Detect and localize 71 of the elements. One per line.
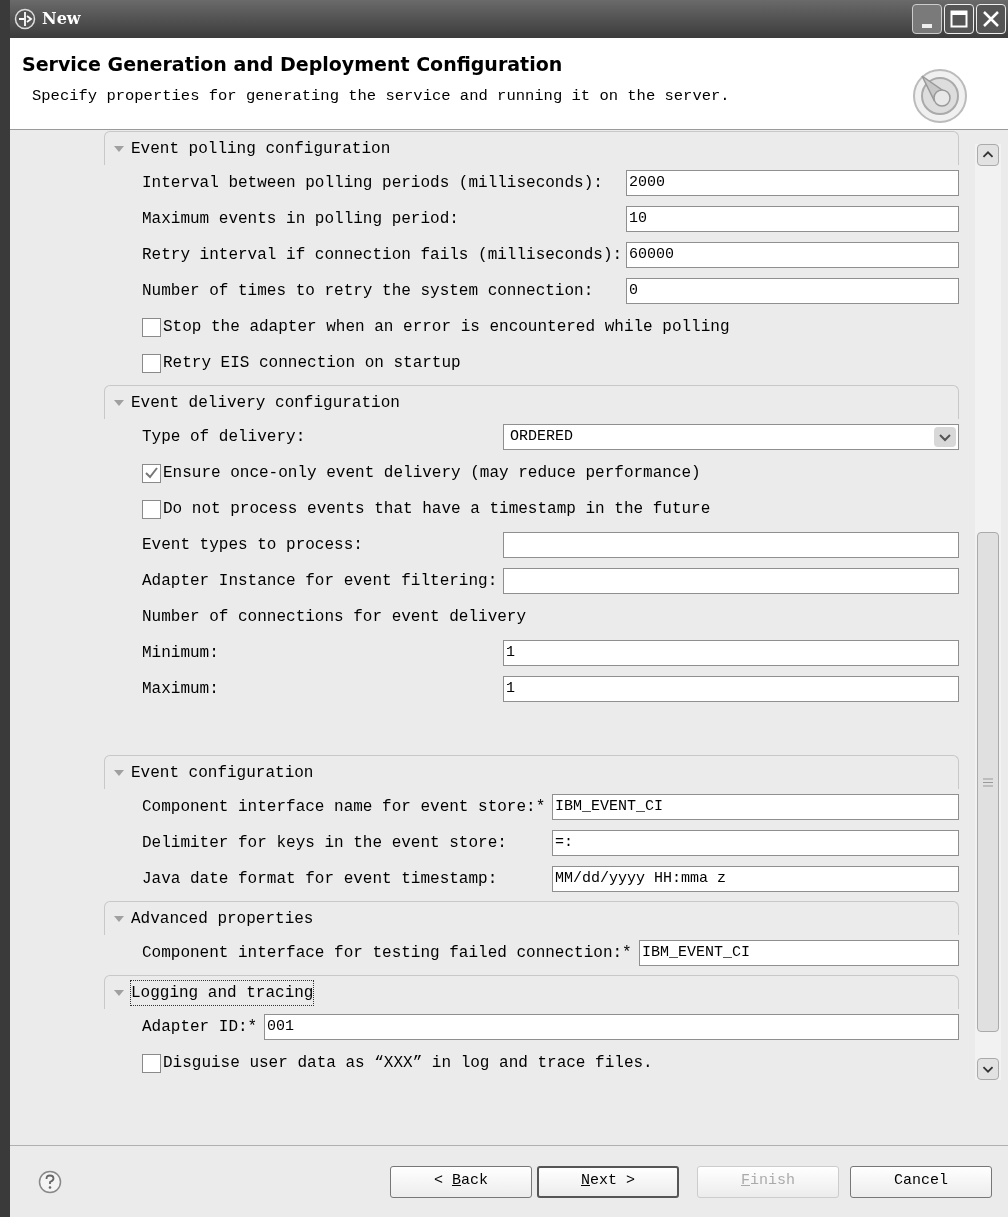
section-title: Logging and tracing: [131, 980, 314, 1005]
field-label: Maximum:: [142, 679, 220, 700]
app-icon: [14, 8, 36, 30]
checkbox-label: Stop the adapter when an error is encountered while polling: [163, 317, 730, 338]
checkbox-label: Disguise user data as “XXX” in log and trace files.: [163, 1053, 653, 1074]
close-icon: [982, 10, 1000, 28]
dialog-button[interactable]: Cancel: [850, 1165, 992, 1198]
field-label: Java date format for event timestamp:: [142, 869, 499, 890]
group-label: Number of connections for event delivery: [142, 607, 527, 628]
page-description: Specify properties for generating the service and running it on the server.: [31, 85, 731, 107]
text-field[interactable]: 10: [626, 206, 959, 232]
dialog-button[interactable]: < Back: [390, 1165, 532, 1198]
checkbox-label: Retry EIS connection on startup: [163, 353, 461, 374]
section-header[interactable]: Event delivery configuration: [104, 385, 959, 419]
field-label: Number of times to retry the system connection:: [142, 281, 595, 302]
section-title: Event configuration: [131, 762, 314, 784]
scroll-up-icon[interactable]: [977, 144, 999, 166]
field-label: Delimiter for keys in the event store:: [142, 833, 508, 854]
section-header[interactable]: Advanced properties: [104, 901, 959, 935]
section-header[interactable]: Event configuration: [104, 755, 959, 789]
minimize-icon: [922, 24, 932, 28]
maximize-icon: [950, 10, 968, 28]
field-label: Adapter ID:*: [142, 1017, 259, 1038]
text-field[interactable]: IBM_EVENT_CI: [552, 794, 959, 820]
text-field[interactable]: MM/dd/yyyy HH:mma z: [552, 866, 959, 892]
window-title: New: [42, 8, 81, 30]
field-label: Component interface name for event store:*: [142, 797, 547, 818]
section-title: Event polling configuration: [131, 138, 391, 160]
text-field[interactable]: 1: [503, 640, 959, 666]
field-label: Event types to process:: [142, 535, 364, 556]
checkbox-label: Ensure once-only event delivery (may reduce performance): [163, 463, 701, 484]
section-header[interactable]: Logging and tracing: [104, 975, 959, 1009]
field-label: Maximum events in polling period:: [142, 209, 460, 230]
checkbox[interactable]: [142, 463, 161, 483]
page-title: Service Generation and Deployment Configuration: [22, 52, 564, 77]
maximize-button[interactable]: [944, 4, 974, 34]
checkbox[interactable]: [142, 317, 161, 337]
minimize-button[interactable]: [912, 4, 942, 34]
text-field[interactable]: =:: [552, 830, 959, 856]
dropdown[interactable]: ORDERED: [503, 424, 959, 450]
field-label: Interval between polling periods (milliseconds):: [142, 173, 604, 194]
text-field[interactable]: 2000: [626, 170, 959, 196]
chevron-down-icon: [934, 427, 956, 447]
scrollbar[interactable]: [975, 144, 1001, 1080]
text-field[interactable]: IBM_EVENT_CI: [639, 940, 959, 966]
grip-icon: [983, 777, 993, 787]
field-label: Retry interval if connection fails (milliseconds):: [142, 245, 624, 266]
field-label: Adapter Instance for event filtering:: [142, 571, 499, 592]
scroll-thumb[interactable]: [977, 532, 999, 1032]
text-field[interactable]: 0: [626, 278, 959, 304]
close-button[interactable]: [976, 4, 1006, 34]
text-field[interactable]: 001: [264, 1014, 959, 1040]
field-label: Component interface for testing failed connection:*: [142, 943, 633, 964]
field-label: Type of delivery:: [142, 427, 307, 448]
help-icon[interactable]: [38, 1169, 62, 1194]
scroll-down-icon[interactable]: [977, 1058, 999, 1080]
section-header[interactable]: Event polling configuration: [104, 131, 959, 165]
dialog-button[interactable]: Next >: [537, 1165, 679, 1198]
text-field[interactable]: 1: [503, 676, 959, 702]
dial-icon: [912, 68, 968, 124]
field-label: Minimum:: [142, 643, 220, 664]
checkbox[interactable]: [142, 499, 161, 519]
checkbox-label: Do not process events that have a timestamp in the future: [163, 499, 711, 520]
text-field[interactable]: 60000: [626, 242, 959, 268]
section-title: Advanced properties: [131, 908, 314, 930]
text-field[interactable]: [503, 568, 959, 594]
check-icon: [145, 467, 158, 479]
section-title: Event delivery configuration: [131, 392, 400, 414]
text-field[interactable]: [503, 532, 959, 558]
checkbox[interactable]: [142, 353, 161, 373]
checkbox[interactable]: [142, 1053, 161, 1073]
